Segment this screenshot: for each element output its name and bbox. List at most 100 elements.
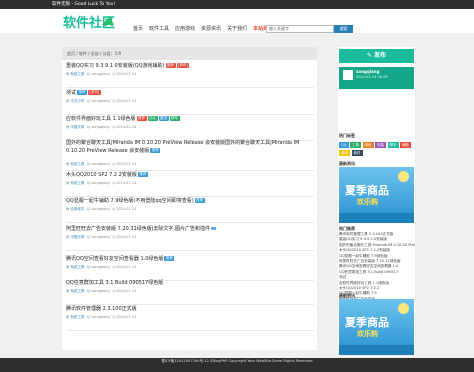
post-badge: [资讯]: [88, 90, 101, 95]
post-category[interactable]: 中国元宵: [70, 235, 84, 239]
top-bar: 软件无限 - Good Luck To You!: [0, 0, 474, 9]
post-author[interactable]: songqiang: [91, 125, 109, 129]
post-category[interactable]: 中国元宵: [70, 125, 84, 129]
post-title[interactable]: 木头QQ2010 SP2 7.2.2安装版 推荐: [66, 172, 314, 180]
sea-graphic: [339, 213, 414, 223]
tag-cloud: QQ 工具 绿色 安装 聊天 辅助游戏 软件: [339, 142, 415, 156]
tag-item[interactable]: 工具: [350, 142, 362, 148]
post-meta: ▤ 系统工具 ☺ songqiang ◷ 2024-01-14: [66, 289, 137, 293]
nav-about[interactable]: 关于我们: [227, 25, 247, 32]
search-button[interactable]: 搜索: [334, 25, 353, 33]
post-author[interactable]: songqiang: [91, 315, 109, 319]
top-bar-text: 软件无限 - Good Luck To You!: [52, 2, 116, 7]
post-category[interactable]: 系统工具: [70, 72, 84, 76]
post-meta: ▤ 系统工具 ☺ songqiang ◷ 2024-01-14: [66, 162, 137, 166]
post-date: 2024-01-14: [116, 315, 137, 319]
post-author[interactable]: songqiang: [91, 162, 109, 166]
post-date: 2024-01-14: [116, 162, 137, 166]
post-date: 2024-01-14: [116, 289, 137, 293]
user-name[interactable]: songqiang: [356, 69, 379, 74]
post-title[interactable]: 重装QQ实习 9.3.9.1.0安装版(QQ游戏辅助) 推荐 [资讯]: [66, 63, 314, 71]
post-title-text[interactable]: QQ显靓一起牛辅助 7.9绿色版(不用登陆qq空间即将查看): [66, 198, 194, 204]
footer: 蜀ICP备12022007290号-12 ZBlogPHP Copyright …: [0, 358, 474, 372]
promo-banner-2[interactable]: 夏季商品 欢乐购: [339, 299, 414, 355]
nav-resources[interactable]: 资源资讯: [201, 25, 221, 32]
post-author[interactable]: songqiang: [91, 72, 109, 76]
avatar[interactable]: [343, 70, 353, 80]
post-badge: 推荐: [136, 116, 147, 121]
tag-item[interactable]: QQ: [339, 142, 349, 148]
post-badge: 推荐: [137, 172, 148, 177]
post-title[interactable]: 国外的聚合聊天工具|Miranda IM 0.10.20 PreView Rel…: [66, 140, 314, 155]
post-meta: ▤ 中文小写 ☺ songqiang ◷ 2024-01-14: [66, 99, 137, 103]
nav-home[interactable]: 首页: [133, 25, 143, 32]
post-badge: 推荐: [164, 256, 175, 261]
list-item: 腾讯QQ空间查看好友空间查看器 1.0绿色版 推荐 ▤ 系统工具 ☺ songqi…: [66, 255, 314, 281]
post-title[interactable]: QQ任意群加工具 3.1 Build 090517绿色版: [66, 280, 314, 288]
post-date: 2024-01-14: [116, 265, 137, 269]
post-title-text[interactable]: 应软件界面好玩工具 1.1绿色版: [66, 116, 136, 122]
post-title-text[interactable]: 测试: [66, 90, 76, 96]
post-category[interactable]: 系统工具: [70, 289, 84, 293]
post-title[interactable]: 腾讯软件管理器 2.3.100正式版: [66, 306, 314, 314]
post-title[interactable]: 腾讯QQ空间查看好友空间查看器 1.0绿色版 推荐: [66, 256, 314, 264]
list-item: 国外的聚合聊天工具|Miranda IM 0.10.20 PreView Rel…: [66, 139, 314, 171]
post-title-text[interactable]: 腾讯QQ空间查看好友空间查看器 1.0绿色版: [66, 256, 163, 262]
tag-item[interactable]: 绿色: [362, 142, 374, 148]
post-title-text[interactable]: QQ任意群加工具 3.1 Build 090517绿色版: [66, 280, 163, 286]
nav-tools[interactable]: 软件工具: [149, 25, 169, 32]
post-meta: ▤ 系统工具 ☺ songqiang ◷ 2024-01-14: [66, 181, 137, 185]
banner-text-2: 欢乐购: [357, 330, 378, 338]
tag-item[interactable]: 聊天: [387, 142, 399, 148]
header: 软件社区 首页 软件工具 应用游戏 资源资讯 关于我们 本站商城 输入关键字 搜…: [0, 9, 474, 33]
post-date: 2024-01-14: [116, 235, 137, 239]
sea-graphic: [339, 345, 414, 355]
tag-item[interactable]: 辅助: [400, 142, 412, 148]
post-list-panel: 首页 / 软件 / 全部 / 分类：1/9 重装QQ实习 9.3.9.1.0安装…: [62, 47, 317, 350]
post-title-text[interactable]: 木头QQ2010 SP2 7.2.2安装版: [66, 172, 137, 178]
post-badge: 推荐: [150, 147, 161, 153]
post-title[interactable]: 应软件界面好玩工具 1.1绿色版 推荐 站长 置顶 精华: [66, 116, 314, 124]
tag-item[interactable]: 游戏: [339, 149, 350, 156]
promo-banner-1[interactable]: 夏季商品 欢乐购: [339, 167, 414, 223]
post-author[interactable]: songqiang: [91, 289, 109, 293]
post-title-text[interactable]: 腾讯软件管理器 2.3.100正式版: [66, 306, 137, 312]
post-category[interactable]: 系统工具: [70, 162, 84, 166]
tag-item[interactable]: 安装: [375, 142, 387, 148]
post-badge: 推荐: [194, 198, 205, 203]
publish-label: 发布: [374, 52, 387, 59]
post-badge: [资讯]: [176, 63, 190, 68]
post-title-text[interactable]: 阿里旺旺去广告安装版 7.20.31绿色版|去除文字,图片广告和插件: [66, 226, 210, 232]
post-date: 2024-01-14: [116, 99, 137, 103]
post-category[interactable]: 系统工具: [70, 315, 84, 319]
post-badge: 站长: [147, 116, 158, 121]
user-box: songqiang 2024-01-14 09:26: [339, 67, 414, 89]
sidebar: ✎ 发布 songqiang 2024-01-14 09:26 热门标签 QQ 工…: [338, 47, 415, 355]
post-author[interactable]: songqiang: [91, 265, 109, 269]
post-category[interactable]: 中文小写: [70, 99, 84, 103]
publish-button[interactable]: ✎ 发布: [339, 49, 414, 63]
post-title-text[interactable]: 重装QQ实习 9.3.9.1.0安装版(QQ游戏辅助): [66, 63, 165, 69]
logo-triangle-icon: [102, 16, 114, 25]
post-category[interactable]: 系统工具: [70, 181, 84, 185]
nav-games[interactable]: 应用游戏: [175, 25, 195, 32]
post-badge: 推荐: [165, 63, 176, 68]
post-title[interactable]: QQ显靓一起牛辅助 7.9绿色版(不用登陆qq空间即将查看) 推荐: [66, 198, 314, 206]
post-author[interactable]: songqiang: [91, 235, 109, 239]
post-author[interactable]: songqiang: [91, 99, 109, 103]
post-category[interactable]: 应用软件: [70, 207, 84, 211]
user-date: 2024-01-14 09:26: [356, 75, 388, 79]
main-nav: 首页 软件工具 应用游戏 资源资讯 关于我们 本站商城: [133, 25, 273, 32]
list-item: QQ显靓一起牛辅助 7.9绿色版(不用登陆qq空间即将查看) 推荐 ▤ 应用软件 …: [66, 197, 314, 223]
post-title[interactable]: 测试 推荐 [资讯]: [66, 90, 314, 98]
list-item: QQ任意群加工具 3.1 Build 090517绿色版 ▤ 系统工具 ☺ so…: [66, 279, 314, 305]
list-item: 木头QQ2010 SP2 7.2.2安装版 推荐 ▤ 系统工具 ☺ songqia…: [66, 171, 314, 197]
breadcrumb: 首页 / 软件 / 全部 / 分类：1/9: [62, 47, 317, 60]
post-category[interactable]: 系统工具: [70, 265, 84, 269]
tag-item[interactable]: 软件: [351, 149, 363, 156]
post-author[interactable]: songqiang: [91, 181, 109, 185]
post-title[interactable]: 阿里旺旺去广告安装版 7.20.31绿色版|去除文字,图片广告和插件: [66, 226, 314, 234]
post-author[interactable]: songqiang: [91, 207, 109, 211]
search-input[interactable]: 输入关键字: [266, 25, 334, 33]
post-title-text[interactable]: 国外的聚合聊天工具|Miranda IM 0.10.20 PreView Rel…: [66, 140, 299, 154]
